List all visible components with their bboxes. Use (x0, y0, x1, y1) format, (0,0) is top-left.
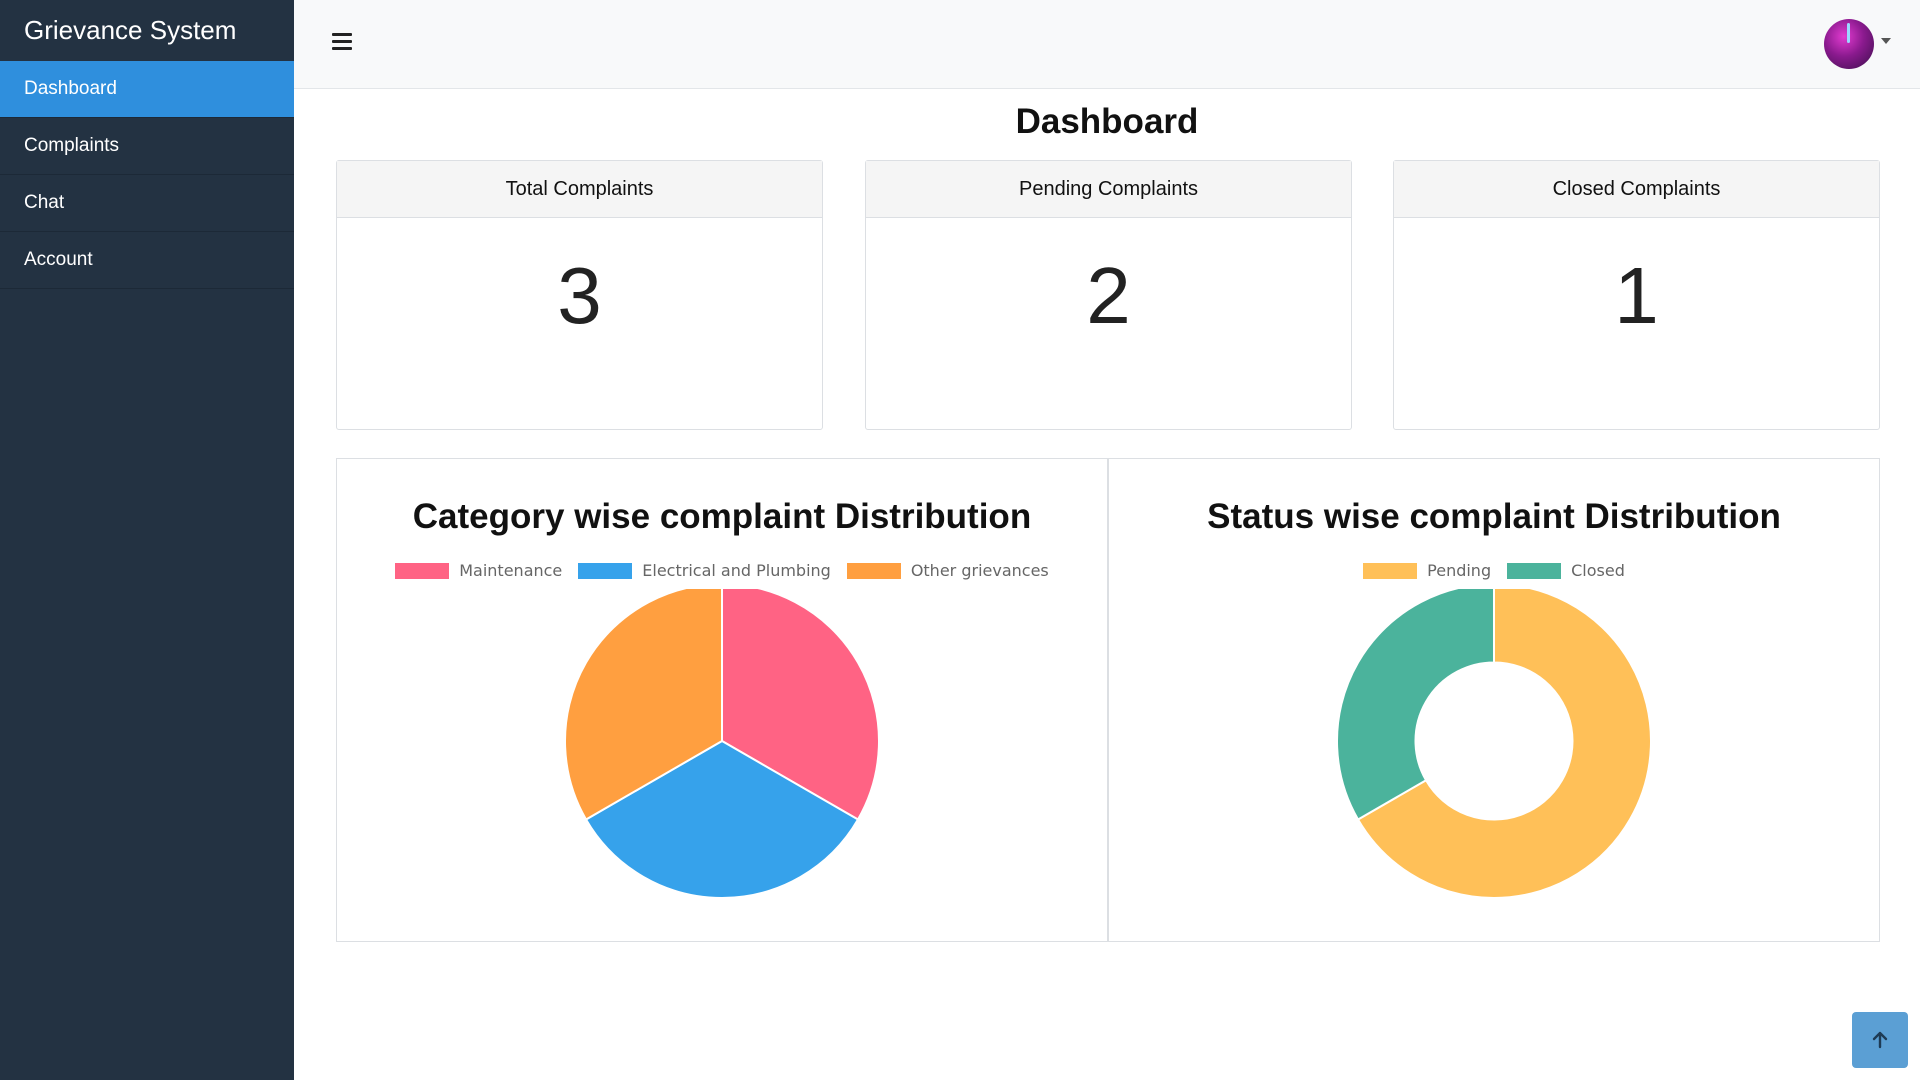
slice-closed[interactable] (1336, 589, 1495, 821)
caret-down-icon[interactable] (1881, 38, 1891, 44)
user-avatar[interactable] (1824, 19, 1874, 69)
sidebar-item-account[interactable]: Account (0, 232, 294, 289)
page-title: Dashboard (1015, 102, 1199, 141)
card-header: Closed Complaints (1394, 161, 1879, 218)
status-chart-panel: Status wise complaint Distribution Pendi… (1108, 458, 1880, 942)
legend-swatch (395, 562, 450, 579)
chart-title: Category wise complaint Distribution (412, 497, 1032, 536)
legend-swatch (846, 562, 901, 579)
category-chart-panel: Category wise complaint Distribution Mai… (336, 458, 1108, 942)
legend-label: Pending (1427, 561, 1492, 580)
scroll-to-top-button[interactable] (1852, 1012, 1908, 1068)
hamburger-menu-icon[interactable] (332, 33, 352, 51)
card-value: 1 (1614, 251, 1659, 340)
legend-swatch (578, 562, 633, 579)
legend-item[interactable]: Pending (1363, 561, 1491, 580)
card-value: 3 (557, 251, 602, 340)
legend-label: Closed (1571, 561, 1625, 580)
legend-label: Other grievances (910, 561, 1049, 580)
brand-title[interactable]: Grievance System (0, 0, 294, 61)
legend-item[interactable]: Maintenance (395, 561, 562, 580)
sidebar: Grievance System Dashboard Complaints Ch… (0, 0, 294, 1080)
category-pie-chart (564, 589, 880, 899)
legend-item[interactable]: Closed (1507, 561, 1625, 580)
sidebar-item-dashboard[interactable]: Dashboard (0, 61, 294, 118)
top-navbar (294, 0, 1920, 89)
legend-item[interactable]: Other grievances (846, 561, 1049, 580)
card-header: Total Complaints (337, 161, 822, 218)
sidebar-item-chat[interactable]: Chat (0, 175, 294, 232)
legend-label: Maintenance (459, 561, 563, 580)
card-header: Pending Complaints (866, 161, 1351, 218)
sidebar-item-complaints[interactable]: Complaints (0, 118, 294, 175)
legend-label: Electrical and Plumbing (642, 561, 831, 580)
total-complaints-card: Total Complaints 3 (336, 160, 823, 430)
chart-title: Status wise complaint Distribution (1207, 497, 1781, 536)
arrow-up-icon (1872, 1031, 1888, 1049)
status-doughnut-chart (1336, 589, 1652, 899)
legend-swatch (1507, 562, 1562, 579)
closed-complaints-card: Closed Complaints 1 (1393, 160, 1880, 430)
pending-complaints-card: Pending Complaints 2 (865, 160, 1352, 430)
chart-legend: Maintenance Electrical and Plumbing Othe… (337, 561, 1107, 580)
legend-item[interactable]: Electrical and Plumbing (578, 561, 831, 580)
card-value: 2 (1086, 251, 1131, 340)
legend-swatch (1363, 562, 1418, 579)
chart-legend: Pending Closed (1109, 561, 1879, 580)
